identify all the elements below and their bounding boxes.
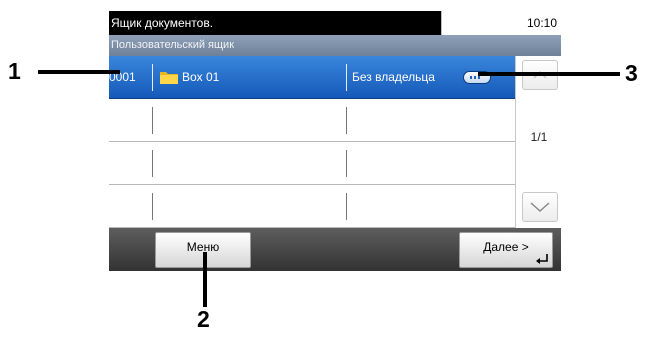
bottom-bar: Меню Далее > [109,228,561,271]
scroll-down-button[interactable] [522,192,558,222]
page-indicator: 1/1 [530,130,548,144]
status-time: 10:10 [526,16,557,30]
status-time-box: 10:10 [441,11,561,35]
list-row-1[interactable]: 0001 Box 01 Без владельца [109,56,515,99]
sub-header-title: Пользовательский ящик [111,39,235,51]
scroll-down-icon [530,202,550,213]
next-button-label: Далее > [483,240,529,254]
column-separator [152,107,153,134]
next-button[interactable]: Далее > [459,232,553,268]
callout-line-1 [38,70,120,74]
list-row-2[interactable] [109,99,515,142]
callout-line-3 [478,72,620,76]
callout-1: 1 [8,58,21,84]
column-separator [346,193,347,220]
scroll-panel: 1/1 [515,56,561,228]
column-separator [346,150,347,177]
status-title: Ящик документов. [111,16,214,30]
list-row-4[interactable] [109,185,515,228]
box-owner: Без владельца [352,70,435,84]
callout-line-2 [203,252,207,307]
column-separator [346,64,347,91]
column-separator [346,107,347,134]
enter-icon [536,254,548,264]
callout-2: 2 [197,306,210,332]
column-separator [152,150,153,177]
box-number: 0001 [109,70,136,84]
callout-3: 3 [625,60,638,86]
box-name: Box 01 [182,70,220,84]
sub-header: Пользовательский ящик [109,35,561,56]
column-separator [152,64,153,91]
document-box-panel: Ящик документов. 10:10 Пользовательский … [109,11,561,271]
list-row-3[interactable] [109,142,515,185]
box-list: 0001 Box 01 Без владельца [109,56,515,228]
status-bar: Ящик документов. 10:10 [109,11,561,35]
column-separator [152,193,153,220]
folder-icon [160,72,178,84]
